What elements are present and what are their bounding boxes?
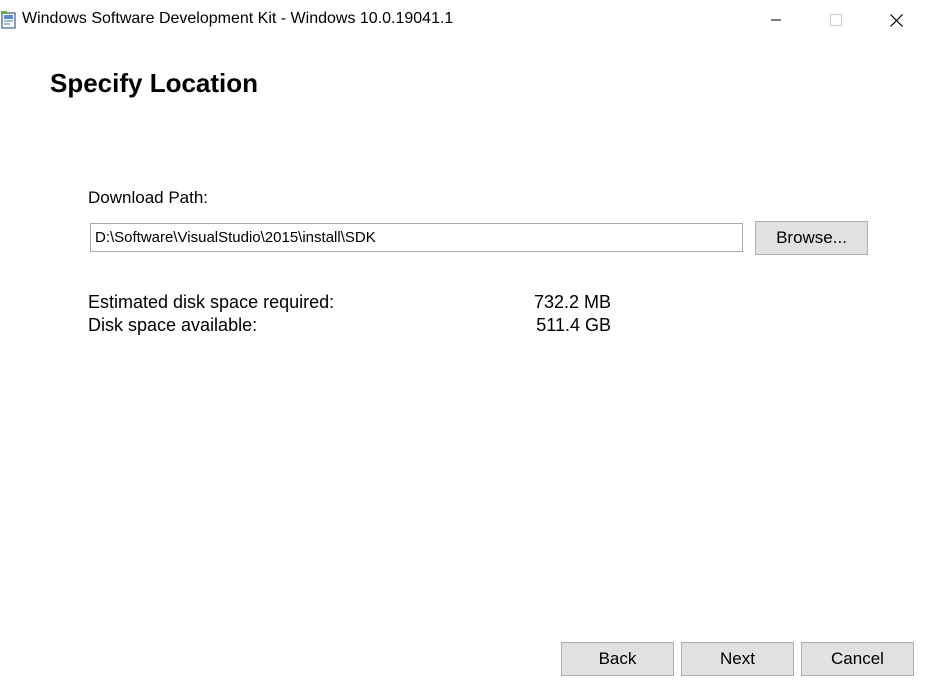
browse-button[interactable]: Browse... bbox=[755, 221, 868, 255]
disk-required-label: Estimated disk space required: bbox=[88, 292, 335, 312]
next-button[interactable]: Next bbox=[681, 642, 794, 676]
close-icon bbox=[889, 13, 903, 27]
back-button[interactable]: Back bbox=[561, 642, 674, 676]
disk-available-value: 511.4 GB bbox=[536, 315, 611, 335]
installer-window: Windows Software Development Kit - Windo… bbox=[0, 0, 925, 683]
close-button[interactable] bbox=[866, 0, 925, 40]
download-path-label: Download Path: bbox=[88, 188, 209, 207]
minimize-icon bbox=[771, 19, 781, 21]
disk-available-label: Disk space available: bbox=[88, 315, 258, 335]
minimize-button[interactable] bbox=[746, 0, 806, 40]
installer-icon bbox=[0, 9, 18, 31]
maximize-button[interactable] bbox=[806, 0, 866, 40]
disk-required-value: 732.2 MB bbox=[533, 292, 611, 312]
page-title: Specify Location bbox=[50, 68, 259, 98]
cancel-button[interactable]: Cancel bbox=[801, 642, 914, 676]
title-bar[interactable]: Windows Software Development Kit - Windo… bbox=[0, 0, 925, 40]
window-title: Windows Software Development Kit - Windo… bbox=[22, 10, 454, 27]
download-path-input[interactable] bbox=[90, 223, 743, 252]
maximize-icon bbox=[830, 14, 842, 26]
